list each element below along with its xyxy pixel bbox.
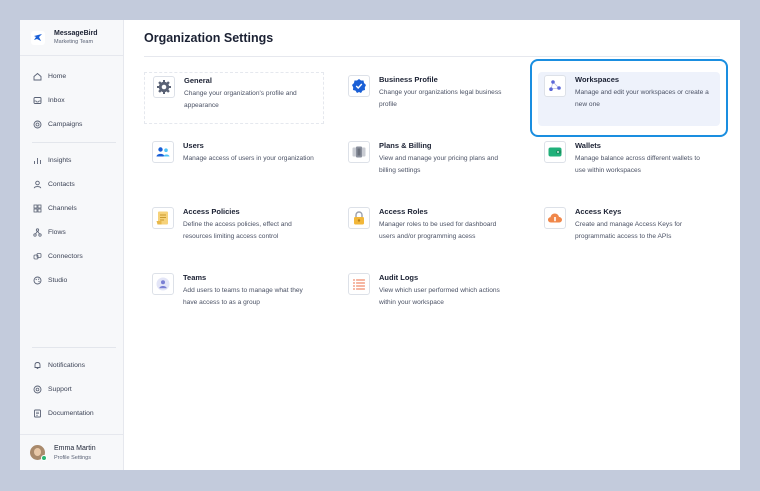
gear-icon: [153, 76, 175, 98]
sidebar-bottom-nav: Notifications Support Documentation: [20, 353, 124, 425]
sidebar-item-label: Studio: [48, 276, 68, 284]
brand-name: MessageBird: [54, 30, 98, 37]
sidebar-item-connectors[interactable]: Connectors: [20, 244, 124, 268]
sidebar-divider: [32, 142, 116, 143]
card-title: Access Policies: [183, 207, 240, 216]
settings-card-business-profile[interactable]: Business Profile Change your organizatio…: [340, 72, 520, 124]
studio-icon: [33, 276, 42, 285]
settings-card-access-keys[interactable]: Access Keys Create and manage Access Key…: [536, 204, 716, 256]
sidebar-item-label: Contacts: [48, 180, 75, 188]
contacts-icon: [33, 180, 42, 189]
sidebar-item-channels[interactable]: Channels: [20, 196, 124, 220]
verified-badge-icon: [348, 75, 370, 97]
card-description: Manager roles to be used for dashboard u…: [379, 221, 497, 240]
card-title: Audit Logs: [379, 273, 419, 282]
card-title: Access Roles: [379, 207, 428, 216]
campaigns-icon: [33, 120, 42, 129]
card-title: Business Profile: [379, 75, 438, 84]
flows-icon: [33, 227, 42, 237]
settings-card-audit-logs[interactable]: Audit Logs View which user performed whi…: [340, 270, 520, 322]
card-title: Plans & Billing: [379, 141, 432, 150]
card-description: Create and manage Access Keys for progra…: [575, 221, 683, 240]
sidebar-item-contacts[interactable]: Contacts: [20, 172, 124, 196]
sidebar-item-home[interactable]: Home: [20, 64, 124, 88]
inbox-icon: [33, 96, 42, 105]
billing-icon: [348, 141, 370, 163]
sidebar-item-insights[interactable]: Insights: [20, 148, 124, 172]
card-description: Manage and edit your workspaces or creat…: [575, 89, 709, 108]
profile-name: Emma Martin: [54, 444, 96, 452]
settings-card-users[interactable]: Users Manage access of users in your org…: [144, 138, 324, 190]
card-description: Add users to teams to manage what they h…: [183, 287, 303, 306]
sidebar-item-label: Flows: [48, 228, 66, 236]
card-title: Teams: [183, 273, 207, 282]
settings-card-workspaces[interactable]: Workspaces Manage and edit your workspac…: [536, 72, 716, 124]
settings-card-access-policies[interactable]: Access Policies Define the access polici…: [144, 204, 324, 256]
settings-card-access-roles[interactable]: Access Roles Manager roles to be used fo…: [340, 204, 520, 256]
app-window: MessageBird Marketing Team Home Inbox Ca…: [20, 20, 740, 470]
card-description: Manage balance across different wallets …: [575, 155, 700, 174]
policy-document-icon: [152, 207, 174, 229]
wallet-icon: [544, 141, 566, 163]
channels-icon: [33, 204, 42, 213]
title-divider: [144, 56, 720, 57]
card-title: General: [184, 76, 212, 85]
card-title: Wallets: [575, 141, 601, 150]
insights-icon: [33, 156, 42, 165]
main-content: Organization Settings General Change you…: [124, 20, 740, 470]
sidebar-secondary-nav: Insights Contacts Channels Flows Connect…: [20, 148, 124, 292]
online-status-indicator: [41, 455, 47, 461]
brand-header[interactable]: MessageBird Marketing Team: [20, 20, 123, 56]
sidebar-item-support[interactable]: Support: [20, 377, 124, 401]
page-title: Organization Settings: [144, 31, 274, 45]
brand-team: Marketing Team: [54, 39, 94, 45]
home-icon: [33, 72, 42, 81]
settings-card-wallets[interactable]: Wallets Manage balance across different …: [536, 138, 716, 190]
audit-list-icon: [348, 273, 370, 295]
sidebar-item-label: Insights: [48, 156, 72, 164]
users-icon: [152, 141, 174, 163]
sidebar-item-label: Home: [48, 72, 67, 80]
card-description: Define the access policies, effect and r…: [183, 221, 292, 240]
profile-settings-link[interactable]: Profile Settings: [54, 455, 96, 461]
support-icon: [33, 385, 42, 394]
lock-icon: [348, 207, 370, 229]
documentation-icon: [33, 409, 42, 418]
card-description: View and manage your pricing plans and b…: [379, 155, 499, 174]
sidebar-item-label: Channels: [48, 204, 77, 212]
sidebar-item-studio[interactable]: Studio: [20, 268, 124, 292]
bird-icon: [30, 30, 46, 46]
sidebar-item-label: Notifications: [48, 361, 86, 369]
sidebar-item-label: Campaigns: [48, 120, 83, 128]
team-icon: [152, 273, 174, 295]
settings-card-general[interactable]: General Change your organization's profi…: [144, 72, 324, 124]
workspaces-icon: [544, 75, 566, 97]
cloud-key-icon: [544, 207, 566, 229]
card-title: Users: [183, 141, 204, 150]
card-description: Change your organization's profile and a…: [184, 90, 297, 109]
sidebar-item-inbox[interactable]: Inbox: [20, 88, 124, 112]
sidebar-item-campaigns[interactable]: Campaigns: [20, 112, 124, 136]
connectors-icon: [33, 252, 42, 261]
sidebar-divider: [32, 347, 116, 348]
profile-menu[interactable]: Emma Martin Profile Settings: [20, 434, 124, 470]
settings-card-plans-billing[interactable]: Plans & Billing View and manage your pri…: [340, 138, 520, 190]
sidebar-primary-nav: Home Inbox Campaigns: [20, 64, 124, 136]
sidebar-item-notifications[interactable]: Notifications: [20, 353, 124, 377]
sidebar: MessageBird Marketing Team Home Inbox Ca…: [20, 20, 124, 470]
card-description: View which user performed which actions …: [379, 287, 500, 306]
sidebar-item-label: Connectors: [48, 252, 83, 260]
card-description: Change your organizations legal business…: [379, 89, 502, 108]
card-title: Workspaces: [575, 75, 620, 84]
sidebar-item-label: Documentation: [48, 409, 94, 417]
sidebar-item-flows[interactable]: Flows: [20, 220, 124, 244]
settings-card-teams[interactable]: Teams Add users to teams to manage what …: [144, 270, 324, 322]
card-description: Manage access of users in your organizat…: [183, 155, 314, 162]
sidebar-item-documentation[interactable]: Documentation: [20, 401, 124, 425]
sidebar-item-label: Support: [48, 385, 72, 393]
sidebar-item-label: Inbox: [48, 96, 65, 104]
bell-icon: [33, 361, 42, 370]
card-title: Access Keys: [575, 207, 622, 216]
